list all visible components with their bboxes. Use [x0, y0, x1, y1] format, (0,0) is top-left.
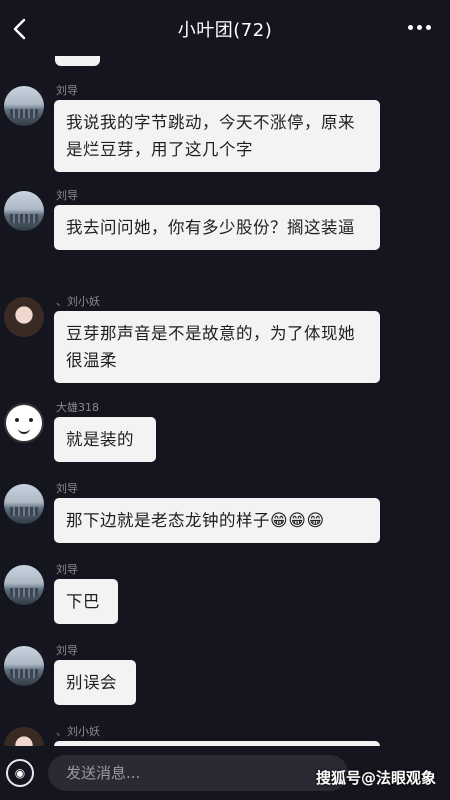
more-dots-icon[interactable]	[406, 18, 436, 38]
sender-name: 大雄318	[56, 401, 99, 414]
sender-name: 刘导	[56, 482, 78, 495]
sender-name: 刘导	[56, 84, 78, 97]
watermark: 搜狐号@法眼观象	[315, 769, 436, 787]
message-bubble[interactable]: 豆芽那声音是不是故意的，为了体现她很温柔	[54, 311, 380, 383]
message-bubble[interactable]: 我说我的字节跳动，今天不涨停，原来是烂豆芽，用了这几个字	[54, 100, 380, 172]
avatar[interactable]	[4, 403, 44, 443]
composer-bar: ◉ 搜狐号@法眼观象	[0, 746, 450, 800]
top-bar: 小叶团(72)	[0, 0, 450, 58]
sender-name: 刘导	[56, 189, 78, 202]
grin-emoji-icon: 😁😁😁	[270, 511, 325, 531]
message-bubble[interactable]: 那下边就是老态龙钟的样子😁😁😁	[54, 498, 380, 543]
avatar[interactable]	[4, 484, 44, 524]
voice-icon[interactable]: ◉	[6, 759, 34, 787]
avatar[interactable]	[4, 565, 44, 605]
previous-message-bubble	[55, 56, 100, 66]
avatar[interactable]	[4, 191, 44, 231]
chat-title: 小叶团(72)	[177, 20, 273, 41]
message-bubble[interactable]: 我去问问她，你有多少股份？搁这装逼	[54, 205, 380, 250]
sender-name: 刘导	[56, 644, 78, 657]
sender-name: 刘导	[56, 563, 78, 576]
message-text: 那下边就是老态龙钟的样子	[66, 511, 270, 530]
message-bubble[interactable]: 别误会	[54, 660, 136, 705]
sender-name: 、刘小妖	[56, 725, 100, 738]
message-bubble[interactable]: 下巴	[54, 579, 118, 624]
avatar[interactable]	[4, 297, 44, 337]
message-bubble[interactable]: 就是装的	[54, 417, 156, 462]
sender-name: 、刘小妖	[56, 295, 100, 308]
avatar[interactable]	[4, 86, 44, 126]
avatar[interactable]	[4, 646, 44, 686]
message-input[interactable]	[48, 755, 348, 791]
